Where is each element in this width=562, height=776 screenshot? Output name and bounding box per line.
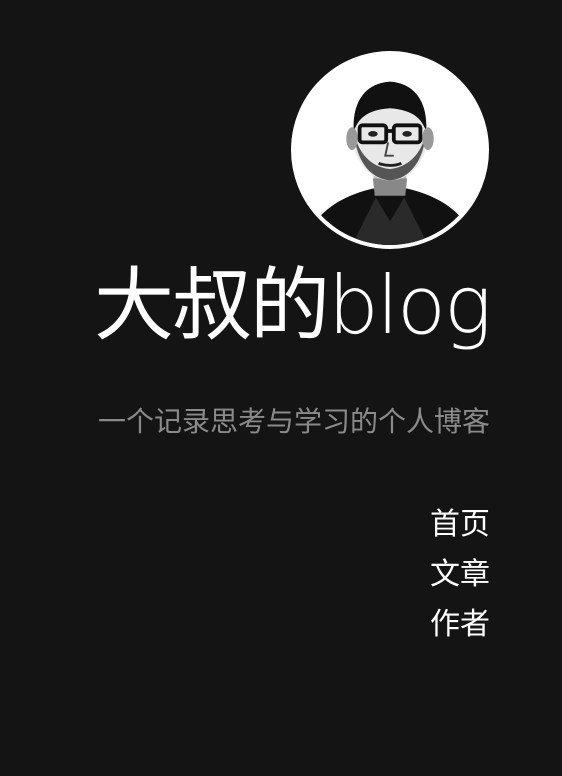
- nav-item-articles[interactable]: 文章: [430, 550, 490, 600]
- nav-item-author[interactable]: 作者: [430, 600, 490, 650]
- nav-item-home[interactable]: 首页: [430, 500, 490, 550]
- person-portrait-icon: [295, 55, 485, 245]
- author-avatar: [291, 51, 489, 249]
- main-nav: 首页 文章 作者: [430, 500, 490, 650]
- site-title[interactable]: 大叔的blog: [94, 256, 492, 356]
- site-tagline: 一个记录思考与学习的个人博客: [97, 405, 490, 438]
